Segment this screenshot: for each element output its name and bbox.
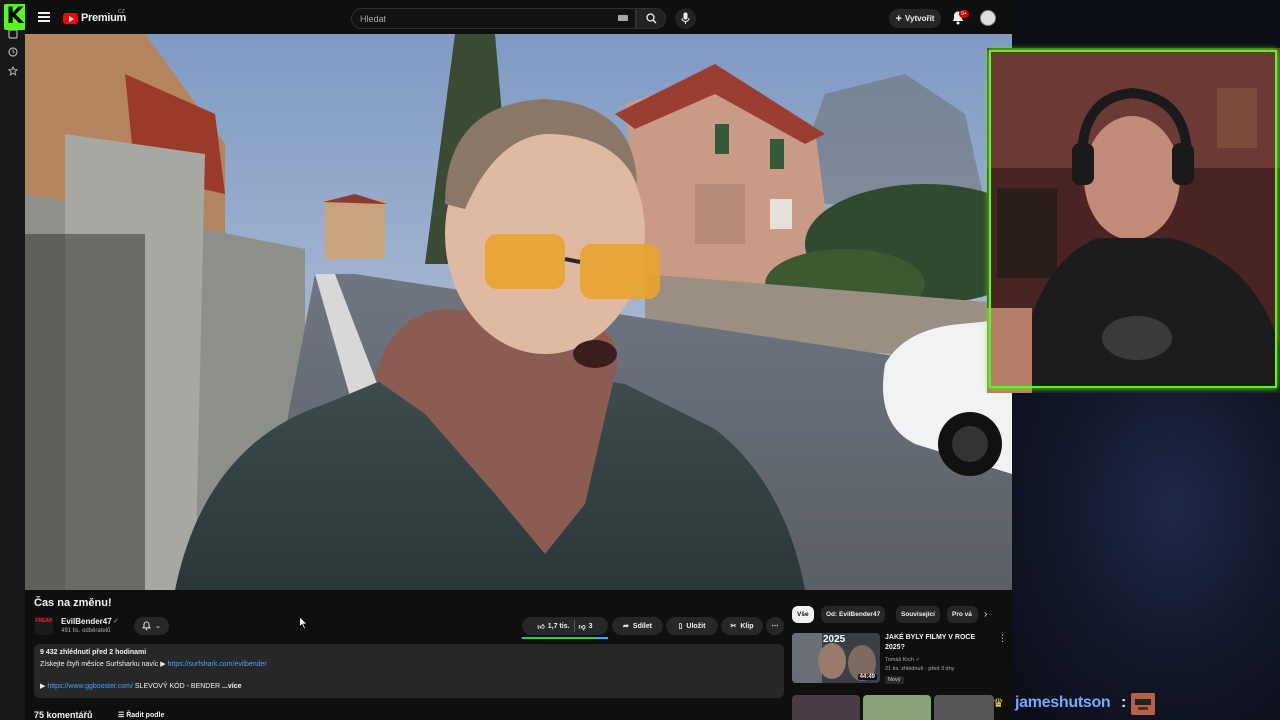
history-icon[interactable] — [7, 47, 19, 59]
microphone-icon — [681, 12, 690, 24]
sponsor-text: Získejte čtyři měsíce Surfsharku navíc ▶ — [40, 661, 168, 668]
like-ratio-bar — [522, 637, 608, 639]
share-icon: ➦ — [623, 623, 629, 630]
more-actions-button[interactable]: ⋯ — [766, 617, 784, 635]
chat-emote-icon — [1131, 693, 1155, 715]
sort-label: Řadit podle — [126, 712, 165, 719]
recommendation-channel-name: Tomáš Krch — [885, 657, 915, 663]
account-avatar[interactable] — [980, 10, 996, 26]
thumbs-up-icon: 👍︎ — [537, 623, 545, 631]
voice-search-button[interactable] — [675, 8, 696, 29]
scissors-icon: ✂ — [730, 623, 737, 630]
recommendation-thumbnail-2[interactable] — [792, 695, 860, 720]
chat-separator: : — [1121, 694, 1127, 711]
surfshark-link[interactable]: https://surfshark.com/evilbender — [168, 661, 267, 668]
thumbnail-year: 2025 — [823, 634, 846, 645]
kick-sidebar — [0, 0, 25, 720]
search-icon — [646, 13, 657, 24]
channel-avatar[interactable]: FREAK — [35, 617, 53, 635]
webcam-frame — [989, 50, 1277, 388]
channel-name[interactable]: EvilBender47 — [61, 617, 112, 626]
verified-icon: ✓ — [915, 657, 921, 663]
youtube-window: Premium CZ + Vytvořit 9+ — [25, 0, 1012, 720]
thumbs-down-icon: 👎︎ — [578, 623, 586, 631]
keyboard-icon[interactable] — [618, 15, 628, 21]
description-box[interactable]: 9 432 zhlédnutí před 2 hodinami Získejte… — [34, 644, 784, 698]
notification-count-badge: 9+ — [959, 10, 969, 18]
description-line-2: ▶ https://www.ggbooster.com/ SLEVOVÝ KÓD… — [40, 682, 242, 690]
like-ratio-fill — [522, 637, 596, 639]
recommendation-title[interactable]: JAKÉ BYLY FILMY V ROCE 2025? — [885, 633, 985, 653]
like-dislike-group: 👍︎ 1,7 tis. 👎︎ 3 — [522, 617, 608, 635]
clip-button[interactable]: ✂ Klip — [721, 617, 763, 635]
subscription-bell-button[interactable]: ⌄ — [134, 617, 169, 635]
video-frame-image — [25, 34, 1012, 590]
following-icon[interactable] — [7, 29, 19, 41]
mouse-cursor-icon — [299, 616, 308, 630]
recommendation-thumbnail-3[interactable] — [863, 695, 931, 720]
menu-icon[interactable] — [38, 12, 50, 22]
more-horizontal-icon: ⋯ — [771, 623, 779, 630]
chip-all[interactable]: Vše — [792, 606, 814, 623]
bookmark-icon: ▯ — [678, 623, 683, 630]
dislike-count: 3 — [588, 622, 593, 630]
youtube-logo[interactable]: Premium — [63, 11, 126, 25]
save-button[interactable]: ▯ Uložit — [666, 617, 718, 635]
create-button[interactable]: + Vytvořit — [889, 9, 941, 28]
chip-for-you[interactable]: Pro vá — [947, 606, 978, 623]
chat-username[interactable]: jameshutson — [1015, 694, 1111, 712]
kick-logo[interactable]: K — [4, 4, 26, 30]
view-stats: 9 432 zhlédnutí před 2 hodinami — [40, 649, 147, 656]
video-title: Čas na změnu! — [34, 597, 112, 609]
video-player[interactable] — [25, 34, 1012, 590]
share-label: Sdílet — [632, 622, 652, 630]
sort-comments-button[interactable]: ☰ Řadit podle — [118, 711, 164, 719]
chip-related[interactable]: Související — [896, 606, 940, 623]
share-button[interactable]: ➦ Sdílet — [612, 617, 663, 635]
chevron-right-icon[interactable]: › — [984, 609, 987, 620]
search-box[interactable] — [351, 8, 636, 29]
bell-icon — [142, 621, 151, 631]
like-count: 1,7 tis. — [547, 622, 570, 630]
youtube-play-icon — [63, 12, 78, 24]
plus-icon: + — [895, 12, 902, 25]
dislike-button[interactable]: 👎︎ 3 — [579, 622, 593, 631]
new-badge: Nový — [885, 676, 904, 684]
region-label: CZ — [118, 9, 125, 15]
recommendation-channel[interactable]: Tomáš Krch ✓ — [885, 657, 920, 663]
description-line-1: Získejte čtyři měsíce Surfsharku navíc ▶… — [40, 660, 267, 668]
verified-icon: ✓ — [113, 618, 119, 625]
comments-count: 75 komentářů — [34, 710, 93, 720]
star-icon[interactable] — [7, 65, 19, 78]
sort-icon: ☰ — [118, 712, 127, 719]
more-vertical-icon[interactable]: ⋮ — [998, 633, 1007, 644]
chevron-down-icon: ⌄ — [155, 623, 161, 630]
video-duration: 44:49 — [857, 674, 877, 680]
subscriber-count: 491 tis. odběratelů — [61, 628, 111, 634]
create-label: Vytvořit — [904, 14, 935, 23]
show-more-link[interactable]: ...více — [222, 683, 241, 690]
ggbooster-link[interactable]: https://www.ggbooster.com/ — [47, 683, 133, 690]
like-divider — [573, 620, 575, 632]
chat-badge-icon: ♛ — [993, 696, 1004, 710]
search-button[interactable] — [636, 8, 666, 29]
recommendation-thumbnail-4[interactable] — [934, 695, 994, 720]
like-button[interactable]: 👍︎ 1,7 tis. — [537, 622, 569, 631]
discount-code-text: SLEVOVÝ KÓD - BENDER — [132, 683, 221, 690]
clip-label: Klip — [740, 622, 754, 630]
recommendation-thumbnail[interactable]: 2025 44:49 — [792, 633, 880, 683]
chat-background — [1012, 393, 1280, 720]
recommendation-meta: 21 tis. zhlédnutí · před 3 dny — [885, 666, 955, 672]
search-input[interactable] — [360, 9, 600, 28]
save-label: Uložit — [686, 622, 706, 630]
chip-from-channel[interactable]: Od: EvilBender47 — [821, 606, 886, 623]
